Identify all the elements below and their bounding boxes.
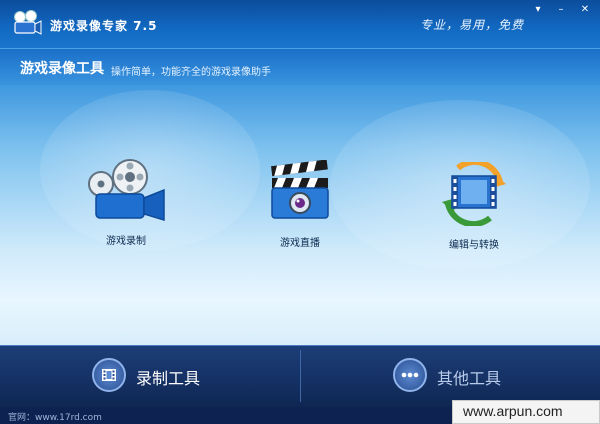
- website-link[interactable]: 官网：www.17rd.com: [8, 410, 102, 423]
- camera-icon: [88, 159, 165, 222]
- page-description: 操作简单，功能齐全的游戏录像助手: [111, 67, 271, 78]
- tool-label: 游戏直播: [280, 238, 320, 249]
- tool-label: 游戏录制: [106, 236, 146, 247]
- header-bar: 游戏录像工具 操作简单，功能齐全的游戏录像助手: [0, 48, 600, 85]
- app-slogan: 专业，易用，免费: [420, 18, 525, 32]
- film-convert-icon: [442, 162, 506, 226]
- tool-edit-convert[interactable]: 编辑与转换: [414, 162, 534, 272]
- tool-label: 编辑与转换: [449, 240, 499, 251]
- tool-game-live[interactable]: 游戏直播: [240, 160, 360, 270]
- more-dots-icon: [393, 358, 427, 392]
- tool-game-record[interactable]: 游戏录制: [66, 158, 186, 268]
- app-logo-icon: [14, 10, 42, 35]
- film-strip-icon: [92, 358, 126, 392]
- minimize-button[interactable]: –: [553, 3, 569, 17]
- app-window: 游戏录像专家 7.5 专业，易用，免费 ▾ – ✕ 游戏录像工具 操作简单，功能…: [0, 0, 600, 424]
- app-title: 游戏录像专家 7.5: [50, 19, 158, 33]
- menu-dropdown-icon[interactable]: ▾: [530, 3, 546, 17]
- watermark: www.arpun.com: [452, 400, 600, 424]
- page-title: 游戏录像工具: [20, 61, 104, 77]
- title-bar[interactable]: 游戏录像专家 7.5 专业，易用，免费 ▾ – ✕: [0, 0, 600, 48]
- watermark-text: www.arpun.com: [463, 403, 563, 419]
- tab-label: 录制工具: [136, 369, 201, 388]
- clapperboard-icon: [271, 160, 329, 219]
- tab-label: 其他工具: [437, 369, 502, 388]
- tab-divider: [300, 350, 301, 402]
- close-button[interactable]: ✕: [577, 3, 593, 17]
